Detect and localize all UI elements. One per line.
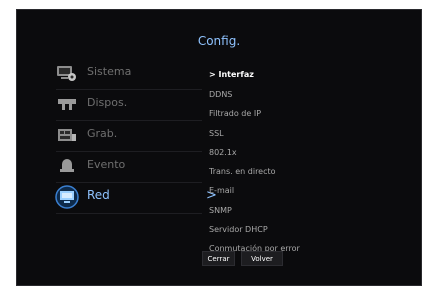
sidebar-item-evento[interactable]: Evento — [56, 151, 202, 182]
close-button[interactable]: Cerrar — [202, 251, 235, 266]
submenu-item-interfaz[interactable]: > Interfaz — [209, 70, 254, 79]
sidebar-item-label: Grab. — [87, 127, 118, 140]
alarm-icon — [56, 157, 78, 175]
recorder-icon — [56, 126, 78, 144]
monitor-gear-icon — [56, 64, 78, 82]
submenu-item-trans-directo[interactable]: Trans. en directo — [209, 167, 276, 176]
submenu-item-ddns[interactable]: DDNS — [209, 90, 232, 99]
sidebar-item-red[interactable]: Red > — [54, 182, 217, 213]
sidebar-item-label: Red — [87, 188, 110, 202]
back-button[interactable]: Volver — [241, 251, 283, 266]
sidebar-item-label: Sistema — [87, 65, 132, 78]
sidebar-divider — [56, 213, 202, 214]
submenu-item-filtrado-ip[interactable]: Filtrado de IP — [209, 109, 261, 118]
sidebar-item-sistema[interactable]: Sistema — [56, 58, 202, 89]
submenu-item-ssl[interactable]: SSL — [209, 129, 224, 138]
sidebar-item-grab[interactable]: Grab. — [56, 120, 202, 151]
submenu-item-8021x[interactable]: 802.1x — [209, 148, 237, 157]
sidebar-item-dispos[interactable]: Dispos. — [56, 89, 202, 120]
submenu-item-email[interactable]: E-mail — [209, 186, 234, 195]
camera-icon — [56, 95, 78, 113]
network-monitor-icon — [54, 185, 80, 209]
sidebar-item-label: Dispos. — [87, 96, 128, 109]
submenu-item-servidor-dhcp[interactable]: Servidor DHCP — [209, 225, 268, 234]
page-title: Config. — [197, 34, 241, 48]
submenu-item-snmp[interactable]: SNMP — [209, 206, 232, 215]
sidebar-item-label: Evento — [87, 158, 126, 171]
